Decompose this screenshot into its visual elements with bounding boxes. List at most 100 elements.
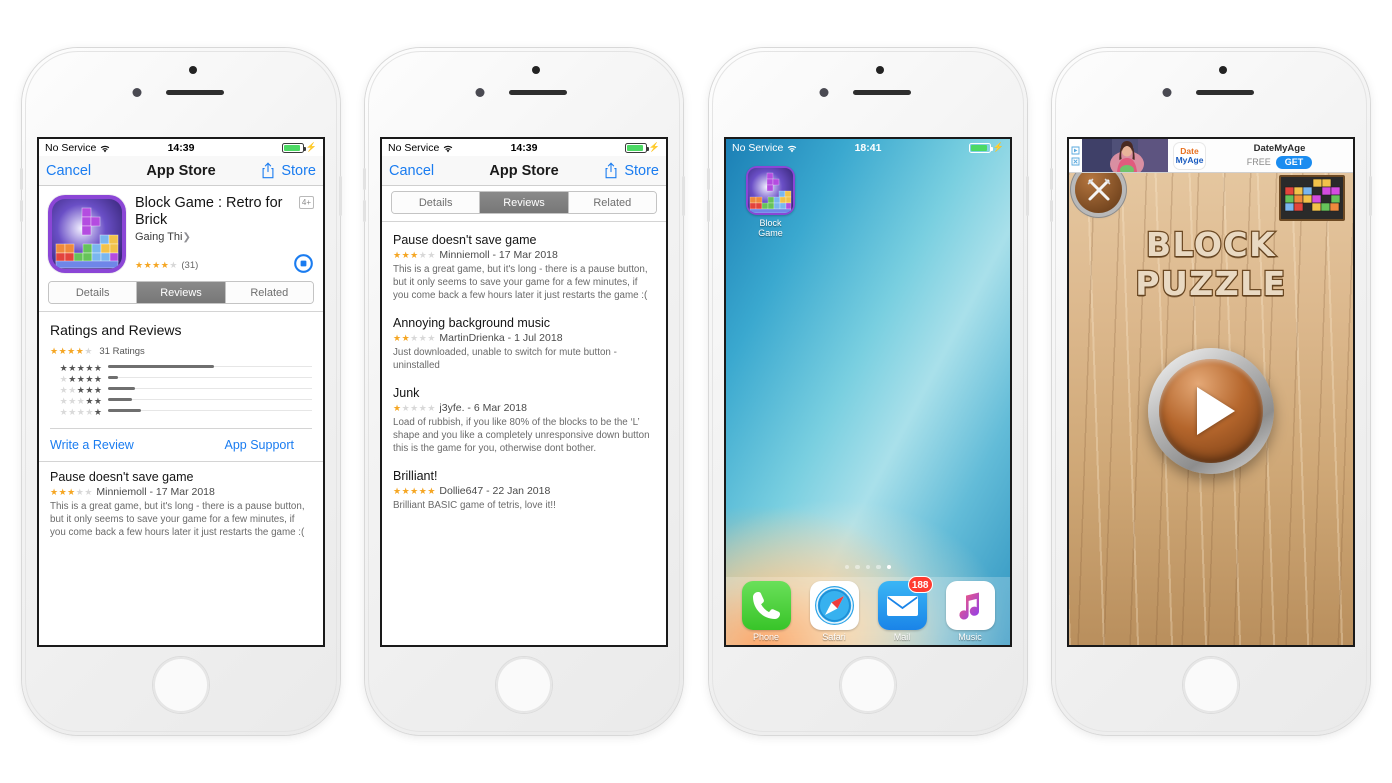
rating-bar-5 <box>108 364 215 369</box>
side-power-button[interactable] <box>1369 176 1372 216</box>
ad-close-icon[interactable] <box>1071 157 1080 166</box>
review-body: Brilliant BASIC game of tetris, love it!… <box>393 500 556 512</box>
share-icon[interactable] <box>261 162 275 179</box>
review-star-rating: ★ ★ ★ ★ ★ <box>393 249 436 260</box>
earpiece-speaker <box>166 90 224 95</box>
write-a-review-link[interactable]: Write a Review <box>50 438 134 452</box>
share-icon[interactable] <box>604 162 618 179</box>
charging-bolt-icon: ⚡ <box>648 142 660 152</box>
phone-app-icon <box>741 580 791 630</box>
play-button[interactable] <box>1148 348 1274 474</box>
rating-summary: ★ ★ ★ ★ ★ 31 Ratings <box>50 346 312 357</box>
home-screen-app-block-game[interactable]: Block Game <box>746 166 795 238</box>
home-button[interactable] <box>496 657 552 713</box>
phone-device-1: No Service 14:39 ⚡ Cancel App Store Stor… <box>20 48 342 735</box>
front-camera-icon <box>819 88 829 97</box>
tetris-blocks-icon <box>1279 175 1345 221</box>
review-title: Pause doesn't save game <box>50 470 194 484</box>
volume-up-button[interactable] <box>707 168 710 190</box>
safari-app-icon <box>809 580 859 630</box>
block-game-app-icon <box>746 166 795 215</box>
front-camera-icon <box>1162 88 1172 97</box>
phone-2-screen: No Service 14:39 ⚡ Cancel App Store Stor… <box>380 137 668 647</box>
block-game-app-icon[interactable] <box>48 195 126 273</box>
ad-content[interactable]: Date MyAge DateMyAge FREE GET <box>1168 139 1353 172</box>
app-support-link[interactable]: App Support <box>225 438 295 452</box>
developer-name[interactable]: Gaing Thi❯ <box>135 231 314 243</box>
volume-down-button[interactable] <box>363 200 366 222</box>
segmented-control[interactable]: Details Reviews Related <box>391 191 657 214</box>
tab-details[interactable]: Details <box>49 282 138 303</box>
music-app-icon <box>945 580 995 630</box>
volume-up-button[interactable] <box>1050 168 1053 190</box>
review-title: Brilliant! <box>393 469 438 484</box>
ad-app-logo: Date MyAge <box>1174 142 1205 169</box>
ad-thumbnail-image[interactable] <box>1082 139 1168 172</box>
volume-down-button[interactable] <box>1050 200 1053 222</box>
review-body: Load of rubbish, if you like 80% of the … <box>393 417 650 455</box>
screenshot-stage: No Service 14:39 ⚡ Cancel App Store Stor… <box>0 0 1392 783</box>
review-title: Pause doesn't save game <box>393 233 537 247</box>
block-puzzle-game-screen: Date MyAge DateMyAge FREE GET BLOCK PUZZ… <box>1069 139 1353 645</box>
tab-details[interactable]: Details <box>392 192 481 213</box>
game-title: BLOCK PUZZLE <box>1134 224 1287 305</box>
dock-item-phone[interactable]: Phone <box>741 580 791 642</box>
dock-item-safari[interactable]: Safari <box>809 580 859 642</box>
page-indicator-dots[interactable] <box>726 564 1010 569</box>
ad-get-button[interactable]: GET <box>1275 155 1313 169</box>
app-meta: Block Game : Retro for Brick 4+ Gaing Th… <box>135 195 314 273</box>
clock-label: 14:39 <box>167 141 195 154</box>
front-camera-icon <box>475 88 485 97</box>
volume-up-button[interactable] <box>363 168 366 190</box>
side-power-button[interactable] <box>682 176 685 216</box>
battery-icon <box>281 142 306 153</box>
review-actions: Write a Review App Support <box>39 429 323 461</box>
review-author: Dollie647 - 22 Jan 2018 <box>439 485 551 498</box>
segmented-control-wrap: Details Reviews Related <box>382 186 666 221</box>
tab-reviews[interactable]: Reviews <box>137 282 226 303</box>
dock-label: Phone <box>752 631 780 642</box>
side-power-button[interactable] <box>339 176 342 216</box>
ad-controls <box>1069 139 1082 172</box>
ad-info-icon[interactable] <box>1071 146 1080 155</box>
review-author: j3yfe. - 6 Mar 2018 <box>439 402 527 415</box>
phone-device-3: No Service 18:41 ⚡ Block Game Phone Safa… <box>707 48 1029 735</box>
app-store-nav-bar: Cancel App Store Store <box>382 156 666 186</box>
app-label: Block Game <box>758 218 783 238</box>
review-author: Minniemoll - 17 Mar 2018 <box>96 486 215 498</box>
page-dot <box>844 564 850 569</box>
dock-item-music[interactable]: Music <box>945 580 995 642</box>
stop-download-icon[interactable] <box>294 254 313 273</box>
app-name: Block Game : Retro for Brick <box>135 195 283 228</box>
volume-down-button[interactable] <box>20 200 23 222</box>
volume-up-button[interactable] <box>20 168 23 190</box>
tab-related[interactable]: Related <box>568 192 656 213</box>
ad-banner[interactable]: Date MyAge DateMyAge FREE GET <box>1069 139 1353 173</box>
play-button-inner <box>1159 359 1263 463</box>
side-power-button[interactable] <box>1026 176 1029 216</box>
store-button[interactable]: Store <box>624 163 659 179</box>
app-store-nav-bar: Cancel App Store Store <box>39 156 323 186</box>
segmented-control[interactable]: Details Reviews Related <box>48 281 314 304</box>
clock-label: 14:39 <box>510 141 538 154</box>
rating-bar-3 <box>108 386 135 391</box>
review-item: Annoying background music ★ ★ ★ ★ ★ MartinDr… <box>382 307 666 377</box>
clock-label: 18:41 <box>854 141 882 154</box>
reviews-list: Pause doesn't save game ★ ★ ★ ★ ★ Minniemoll… <box>382 222 666 517</box>
dock-item-mail[interactable]: 188 Mail <box>877 575 933 642</box>
tab-related[interactable]: Related <box>225 282 313 303</box>
review-author: Minniemoll - 17 Mar 2018 <box>439 249 558 261</box>
tab-reviews[interactable]: Reviews <box>480 192 569 213</box>
review-star-rating: ★ ★ ★ ★ ★ <box>50 486 93 497</box>
review-star-rating: ★ ★ ★ ★ ★ <box>393 402 436 413</box>
proximity-sensor-icon <box>189 66 197 74</box>
page-dot <box>876 564 881 569</box>
phone-1-screen: No Service 14:39 ⚡ Cancel App Store Stor… <box>37 137 325 647</box>
store-button[interactable]: Store <box>281 163 316 179</box>
home-button[interactable] <box>840 657 896 713</box>
crossed-swords-icon[interactable] <box>1075 166 1122 213</box>
status-bar: No Service 14:39 ⚡ <box>382 139 666 156</box>
home-button[interactable] <box>1183 657 1239 713</box>
home-button[interactable] <box>153 657 209 713</box>
volume-down-button[interactable] <box>707 200 710 222</box>
